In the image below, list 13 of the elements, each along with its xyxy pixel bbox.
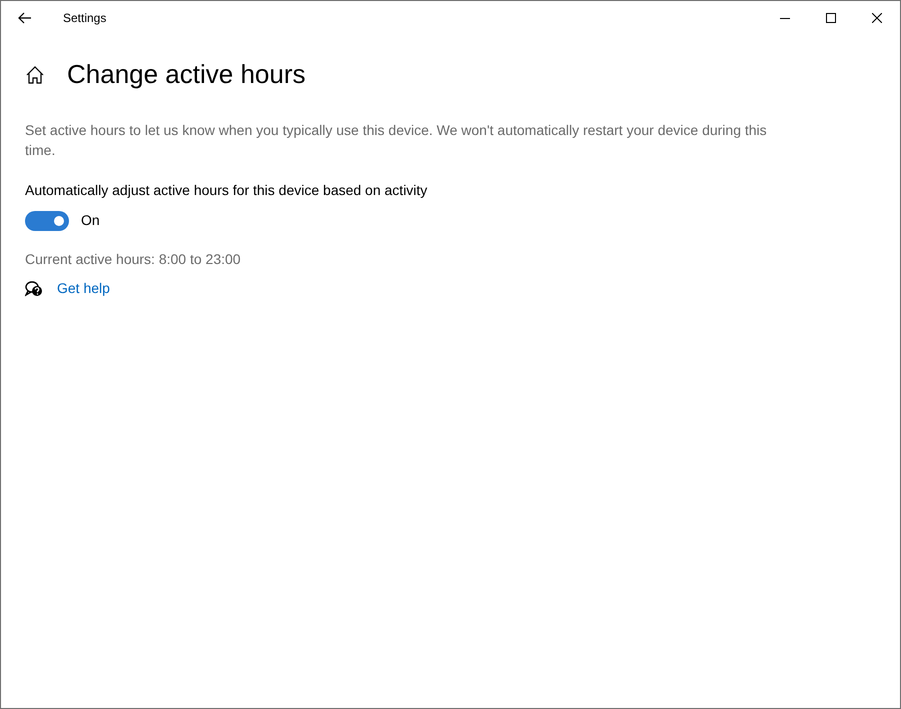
toggle-state: On [81,211,100,230]
description-text: Set active hours to let us know when you typically use this device. We won't automatically restart your device during this time. [25,121,768,160]
get-help-link[interactable]: Get help [57,278,110,299]
close-icon [872,13,882,23]
maximize-icon [826,13,836,23]
page-title: Change active hours [67,58,306,91]
help-chat-icon [25,280,43,296]
home-icon[interactable] [25,64,45,84]
toggle-switch[interactable] [25,210,69,230]
back-arrow-icon [18,12,32,24]
current-hours-text: Current active hours: 8:00 to 23:00 [25,250,242,269]
window-title: Settings [63,10,106,27]
toggle-label: Automatically adjust active hours for this device based on activity [25,181,428,200]
